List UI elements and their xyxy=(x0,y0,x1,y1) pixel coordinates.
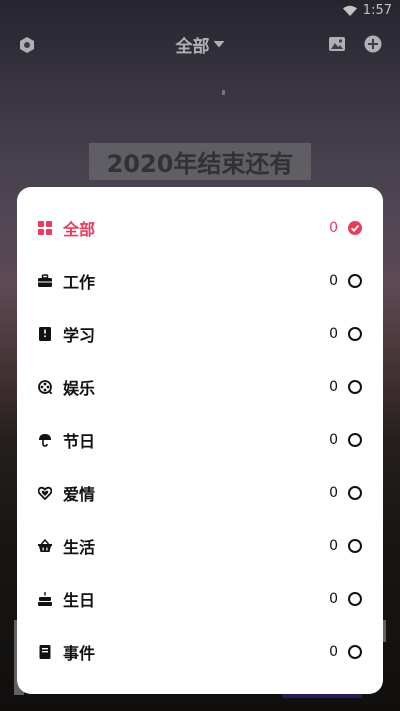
category-item-label: 生活 xyxy=(63,537,96,557)
category-item-love[interactable]: 爱情 0 xyxy=(17,466,383,519)
radio-icon xyxy=(348,379,362,394)
category-item-count: 0 xyxy=(329,378,338,395)
category-item-count: 0 xyxy=(329,272,338,289)
category-item-count: 0 xyxy=(329,643,338,660)
category-item-label: 娱乐 xyxy=(63,378,96,398)
heart-icon xyxy=(38,486,52,500)
category-item-count: 0 xyxy=(329,590,338,607)
radio-icon xyxy=(348,326,362,341)
category-item-label: 学习 xyxy=(63,325,96,345)
radio-icon xyxy=(348,485,362,500)
category-item-event[interactable]: 事件 0 xyxy=(17,625,383,678)
category-item-label: 工作 xyxy=(63,272,96,292)
category-item-label: 节日 xyxy=(63,431,96,451)
category-item-count: 0 xyxy=(329,537,338,554)
book-icon xyxy=(38,326,52,341)
category-item-birthday[interactable]: 生日 0 xyxy=(17,572,383,625)
radio-icon xyxy=(348,644,362,659)
category-item-count: 0 xyxy=(329,484,338,501)
basket-icon xyxy=(38,538,52,553)
category-item-label: 事件 xyxy=(63,643,96,663)
category-item-life[interactable]: 生活 0 xyxy=(17,519,383,572)
radio-icon xyxy=(348,591,362,606)
category-item-count: 0 xyxy=(329,325,338,342)
briefcase-icon xyxy=(38,273,52,288)
category-item-all[interactable]: 全部 0 xyxy=(17,201,383,254)
category-item-label: 生日 xyxy=(63,590,96,610)
category-menu: 全部 0 工作 0 学习 0 娱乐 0 节日 0 爱情 0 生活 0 生日 0 … xyxy=(17,187,383,694)
radio-icon xyxy=(348,273,362,288)
radio-icon xyxy=(348,432,362,447)
category-item-count: 0 xyxy=(329,431,338,448)
notebook-icon xyxy=(38,644,52,659)
category-item-entertainment[interactable]: 娱乐 0 xyxy=(17,360,383,413)
parasol-icon xyxy=(38,433,52,447)
category-item-work[interactable]: 工作 0 xyxy=(17,254,383,307)
category-item-holiday[interactable]: 节日 0 xyxy=(17,413,383,466)
category-item-study[interactable]: 学习 0 xyxy=(17,307,383,360)
cake-icon xyxy=(38,591,52,606)
film-reel-icon xyxy=(38,379,52,394)
category-item-label: 爱情 xyxy=(63,484,96,504)
radio-icon xyxy=(348,538,362,553)
checkmark-icon xyxy=(348,220,362,235)
category-item-label: 全部 xyxy=(63,219,96,239)
grid-icon xyxy=(38,220,52,235)
category-item-count: 0 xyxy=(329,219,338,236)
